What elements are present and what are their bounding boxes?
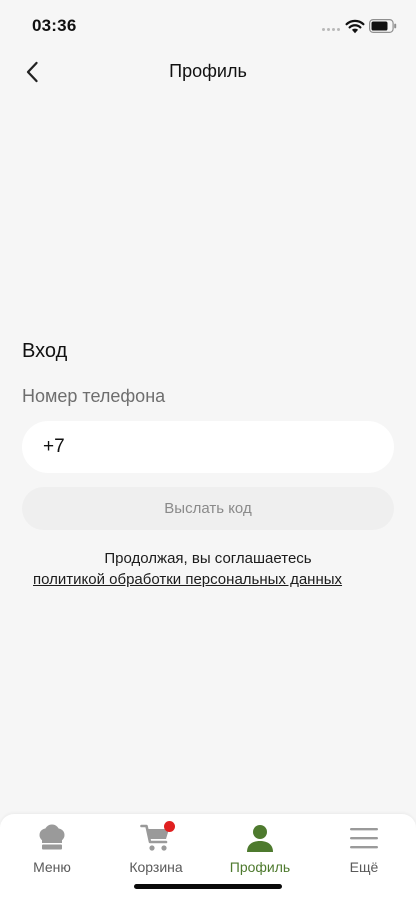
phone-label: Номер телефона: [22, 386, 166, 406]
page-title: Профиль: [169, 61, 247, 81]
user-icon: [242, 822, 278, 854]
chef-hat-icon: [34, 822, 70, 854]
send-code-button[interactable]: Выслать код: [22, 487, 394, 530]
tab-profile[interactable]: Профиль: [208, 822, 312, 884]
phone-input[interactable]: [22, 421, 394, 473]
cellular-signal-icon: [322, 28, 342, 32]
tab-cart-label: Корзина: [129, 859, 183, 875]
privacy-policy-link[interactable]: политикой обработки персональных данных: [33, 571, 342, 588]
tab-profile-label: Профиль: [229, 859, 291, 875]
battery-icon: [369, 19, 397, 33]
tab-menu-label: Меню: [33, 859, 71, 875]
tab-menu[interactable]: Меню: [0, 822, 104, 884]
login-heading: Вход: [22, 340, 68, 362]
wifi-icon: [345, 19, 365, 34]
status-time: 03:36: [32, 16, 77, 35]
tab-cart[interactable]: Корзина: [104, 821, 208, 884]
home-indicator: [134, 884, 282, 889]
cart-badge: [164, 821, 175, 832]
navigation-header: Профиль: [0, 50, 416, 94]
tab-more[interactable]: Ещё: [312, 822, 416, 884]
status-bar: 03:36: [0, 0, 416, 50]
tab-more-label: Ещё: [349, 859, 379, 875]
consent-text: Продолжая, вы соглашаетесь: [104, 550, 312, 567]
cart-icon: [138, 821, 175, 854]
hamburger-menu-icon: [346, 822, 382, 854]
